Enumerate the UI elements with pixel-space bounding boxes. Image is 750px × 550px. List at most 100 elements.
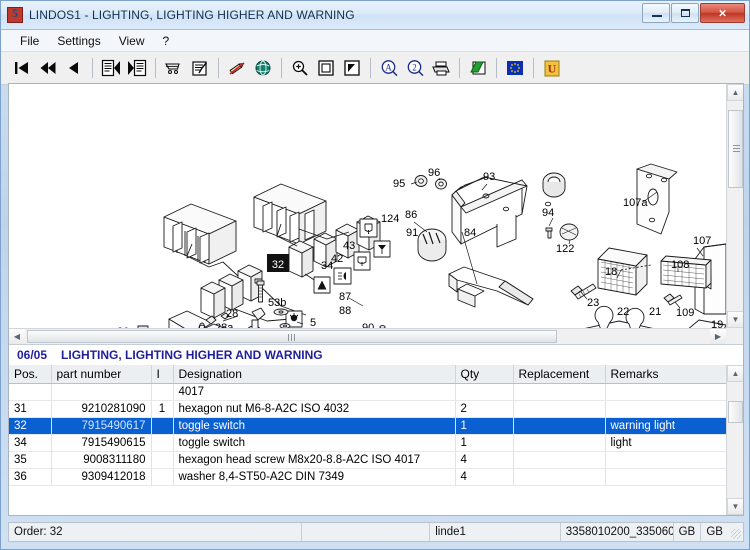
svg-text:A: A	[385, 63, 392, 73]
close-icon: ×	[718, 5, 727, 21]
skip-to-start-icon[interactable]	[10, 56, 34, 80]
column-header-remarks[interactable]: Remarks	[605, 365, 727, 384]
minimize-button[interactable]	[642, 3, 670, 23]
cell-remarks	[605, 451, 727, 469]
svg-text:88: 88	[339, 305, 351, 317]
menu-item-view[interactable]: View	[110, 32, 154, 50]
column-header-qty[interactable]: Qty	[455, 365, 514, 384]
scroll-right-arrow-icon[interactable]: ▶	[710, 329, 726, 344]
page-view-icon[interactable]	[340, 56, 364, 80]
table-row[interactable]: 4017	[9, 383, 727, 401]
cell-qty: 1	[455, 417, 514, 435]
table-row[interactable]: 31 9210281090 1 hexagon nut M6-8-A2C ISO 40…	[9, 400, 727, 418]
cell-qty: 4	[455, 468, 514, 486]
cell-qty: 2	[455, 400, 514, 418]
diagram-vertical-scrollbar[interactable]: ▲ ▼	[726, 84, 743, 328]
cell-pos	[9, 383, 52, 401]
cart-icon[interactable]	[162, 56, 186, 80]
toolbar: A 2 U	[1, 52, 749, 85]
menu-item-help[interactable]: ?	[154, 32, 179, 50]
cell-remarks: light	[605, 434, 727, 452]
svg-text:94: 94	[542, 207, 554, 219]
svg-text:87: 87	[339, 291, 351, 303]
scroll-down-arrow-icon[interactable]: ▼	[727, 311, 743, 328]
table-row[interactable]: 32 7915490617 toggle switch 1 warning light	[9, 417, 727, 435]
scrollbar-corner	[726, 328, 743, 344]
parts-scroll-up-arrow-icon[interactable]: ▲	[727, 365, 743, 382]
menu-bar: File Settings View ?	[1, 30, 749, 52]
maximize-button[interactable]	[671, 3, 699, 23]
column-header-replacement[interactable]: Replacement	[513, 365, 606, 384]
toolbar-separator	[218, 58, 219, 78]
cell-designation: hexagon nut M6-8-A2C ISO 4032	[173, 400, 456, 418]
cell-pos: 35	[9, 451, 52, 469]
column-header-i[interactable]: I	[151, 365, 174, 384]
cell-part_number: 7915490615	[51, 434, 152, 452]
cell-pos: 31	[9, 400, 52, 418]
cell-part_number: 9008311180	[51, 451, 152, 469]
green-book-icon[interactable]	[466, 56, 490, 80]
close-button[interactable]: ×	[700, 3, 745, 23]
diagram-hscroll-thumb[interactable]	[27, 330, 557, 343]
scroll-up-arrow-icon[interactable]: ▲	[727, 84, 743, 101]
cell-replacement	[513, 451, 606, 469]
scroll-left-arrow-icon[interactable]: ◀	[9, 329, 25, 344]
parts-table-scroll-area[interactable]: Pos. part number I Designation Qty Repla…	[9, 365, 743, 515]
parts-vertical-scrollbar[interactable]: ▲ ▼	[726, 365, 743, 515]
printer-icon[interactable]	[429, 56, 453, 80]
column-header-designation[interactable]: Designation	[173, 365, 456, 384]
resize-grip-icon[interactable]	[729, 523, 743, 541]
cell-replacement	[513, 468, 606, 486]
pencil-strike-icon[interactable]	[225, 56, 249, 80]
play-back-icon[interactable]	[62, 56, 86, 80]
circled-a-magnifier-icon[interactable]: A	[377, 56, 401, 80]
cell-qty: 4	[455, 451, 514, 469]
checklist-icon[interactable]	[188, 56, 212, 80]
status-reference: 3358010200_3350608	[561, 523, 674, 541]
column-header-pos[interactable]: Pos.	[9, 365, 52, 384]
diagram-vscroll-thumb[interactable]	[728, 110, 743, 188]
table-row[interactable]: 36 9309412018 washer 8,4-ST50-A2C DIN 7349…	[9, 468, 727, 486]
status-user: linde1	[430, 523, 561, 541]
rewind-icon[interactable]	[36, 56, 60, 80]
cell-part_number: 9309412018	[51, 468, 152, 486]
svg-text:34: 34	[321, 260, 333, 272]
document-next-icon[interactable]	[125, 56, 149, 80]
table-row[interactable]: 34 7915490615 toggle switch 1 light	[9, 434, 727, 452]
parts-list-panel: 06/05 LIGHTING, LIGHTING HIGHER AND WARN…	[9, 345, 743, 515]
svg-text:122: 122	[556, 243, 574, 255]
page-fit-icon[interactable]	[314, 56, 338, 80]
minimize-icon	[652, 15, 662, 17]
status-language-2: GB	[706, 526, 723, 538]
status-blank	[302, 523, 431, 541]
eu-flag-icon[interactable]	[503, 56, 527, 80]
letter-u-icon[interactable]: U	[540, 56, 564, 80]
svg-text:124: 124	[381, 213, 399, 225]
document-previous-icon[interactable]	[99, 56, 123, 80]
cell-i	[151, 383, 174, 401]
circled-2-magnifier-icon[interactable]: 2	[403, 56, 427, 80]
parts-table: Pos. part number I Designation Qty Repla…	[9, 365, 727, 486]
toolbar-separator	[155, 58, 156, 78]
svg-text:108: 108	[671, 259, 689, 271]
menu-item-settings[interactable]: Settings	[48, 32, 109, 50]
parts-scroll-down-arrow-icon[interactable]: ▼	[727, 498, 743, 515]
column-header-part-number[interactable]: part number	[51, 365, 152, 384]
parts-table-header-row: Pos. part number I Designation Qty Repla…	[9, 365, 727, 384]
diagram-horizontal-scrollbar[interactable]: ◀ ▶	[9, 328, 726, 344]
globe-icon[interactable]	[251, 56, 275, 80]
cell-i	[151, 468, 174, 486]
svg-text:53b: 53b	[268, 297, 286, 309]
table-row[interactable]: 35 9008311180 hexagon head screw M8x20-8.8…	[9, 451, 727, 469]
cell-pos: 36	[9, 468, 52, 486]
cell-designation: washer 8,4-ST50-A2C DIN 7349	[173, 468, 456, 486]
exploded-parts-diagram[interactable]: 32 95 96 93 94 122 107a 107 124 43 42 34…	[9, 84, 726, 328]
toolbar-separator	[370, 58, 371, 78]
magnifier-plus-icon[interactable]	[288, 56, 312, 80]
svg-text:84: 84	[464, 227, 476, 239]
svg-text:86: 86	[405, 209, 417, 221]
menu-item-file[interactable]: File	[11, 32, 48, 50]
parts-vscroll-thumb[interactable]	[728, 401, 743, 423]
cell-pos: 32	[9, 417, 52, 435]
svg-text:18: 18	[605, 266, 617, 278]
